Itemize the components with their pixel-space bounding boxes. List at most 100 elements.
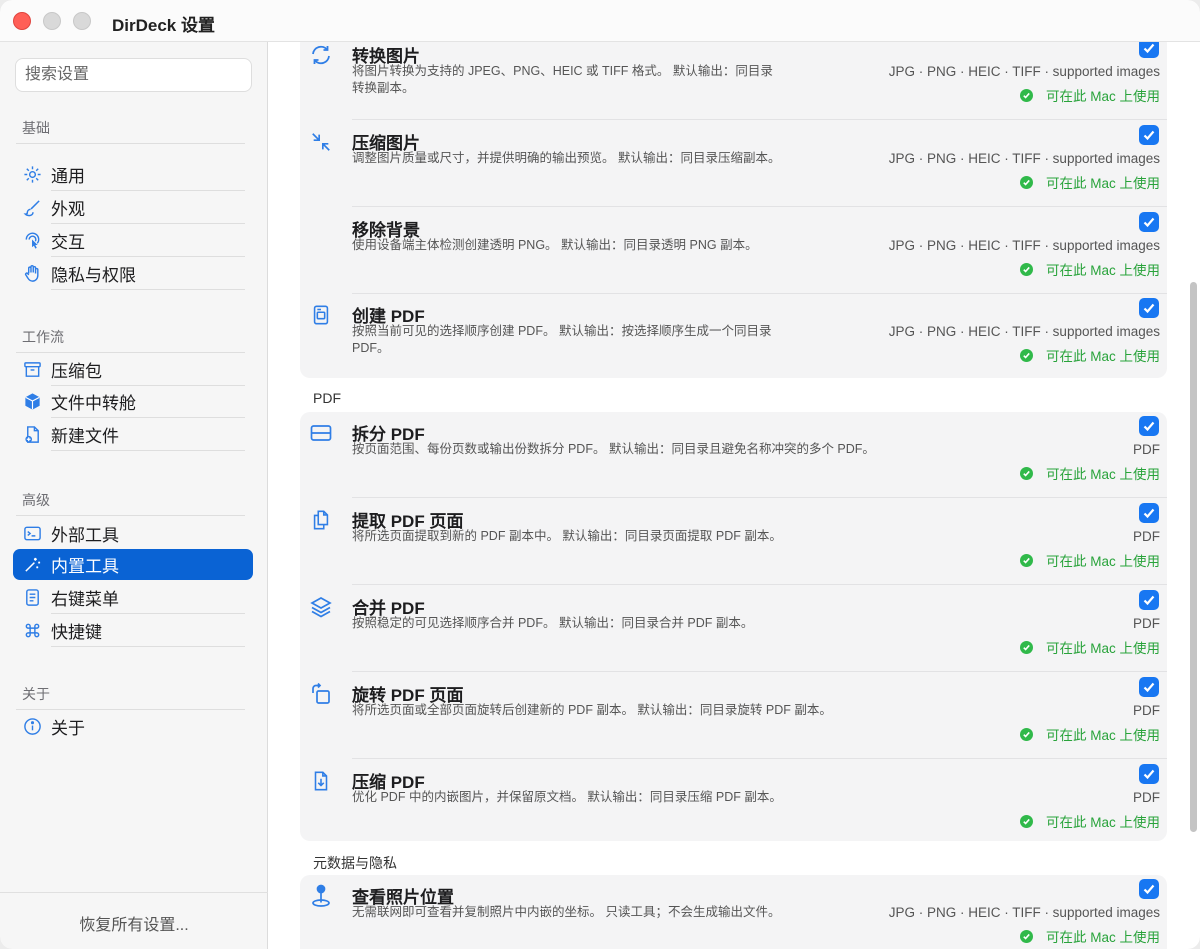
tool-description: 将所选页面或全部页面旋转后创建新的 PDF 副本。 默认输出：同目录旋转 PDF…	[352, 703, 832, 717]
sidebar-item-privacy[interactable]: 隐私与权限	[13, 258, 253, 290]
sidebar-item-file-shelf[interactable]: 文件中转舱	[13, 386, 253, 418]
tool-description: 优化 PDF 中的内嵌图片，并保留原文档。 默认输出：同目录压缩 PDF 副本。	[352, 790, 782, 804]
compress-arrows-icon	[308, 129, 334, 155]
supported-formats: PDF	[1133, 529, 1160, 544]
tool-enabled-checkbox[interactable]	[1139, 212, 1159, 232]
tool-description: 按页面范围、每份页数或输出份数拆分 PDF。 默认输出：同目录且避免名称冲突的多…	[352, 442, 875, 456]
supported-formats: JPG · PNG · HEIC · TIFF · supported imag…	[888, 905, 1160, 920]
tool-enabled-checkbox[interactable]	[1139, 503, 1159, 523]
sidebar-item-label: 新建文件	[51, 427, 119, 446]
checkmark-circle-icon	[1019, 929, 1033, 943]
window-title: DirDeck 设置	[112, 16, 215, 35]
supported-formats: JPG · PNG · HEIC · TIFF · supported imag…	[888, 64, 1160, 79]
close-window-button[interactable]	[13, 12, 31, 30]
touch-icon	[21, 230, 43, 252]
tool-description: 使用设备端主体检测创建透明 PNG。 默认输出：同目录透明 PNG 副本。	[352, 238, 758, 252]
availability-status: 可在此 Mac 上使用	[1019, 85, 1160, 105]
availability-status: 可在此 Mac 上使用	[1019, 926, 1160, 946]
supported-formats: JPG · PNG · HEIC · TIFF · supported imag…	[888, 151, 1160, 166]
menu-doc-icon	[21, 587, 43, 609]
new-file-icon	[21, 424, 43, 446]
hand-icon	[21, 263, 43, 285]
tool-enabled-checkbox[interactable]	[1139, 879, 1159, 899]
availability-status: 可在此 Mac 上使用	[1019, 724, 1160, 744]
availability-status: 可在此 Mac 上使用	[1019, 811, 1160, 831]
metadata-tools-group: 查看照片位置 无需联网即可查看并复制照片中内嵌的坐标。 只读工具；不会生成输出文…	[300, 875, 1167, 949]
sidebar: 基础 通用 外观 交互 隐私与权限	[0, 42, 268, 949]
sidebar-item-label: 外部工具	[51, 526, 119, 545]
tool-enabled-checkbox[interactable]	[1139, 298, 1159, 318]
gear-icon	[21, 164, 43, 186]
pdf-tools-group: 拆分 PDF 按页面范围、每份页数或输出份数拆分 PDF。 默认输出：同目录且避…	[300, 412, 1167, 841]
vertical-scrollbar[interactable]	[1190, 282, 1197, 832]
section-divider	[16, 352, 245, 353]
tool-row-compress-pdf: 压缩 PDF 优化 PDF 中的内嵌图片，并保留原文档。 默认输出：同目录压缩 …	[300, 760, 1167, 846]
sidebar-item-about[interactable]: 关于	[13, 711, 253, 742]
layers-icon	[308, 594, 334, 620]
zoom-window-button[interactable]	[73, 12, 91, 30]
create-pdf-icon	[308, 302, 334, 328]
sidebar-item-label: 外观	[51, 200, 85, 219]
supported-formats: PDF	[1133, 790, 1160, 805]
tool-enabled-checkbox[interactable]	[1139, 416, 1159, 436]
tool-enabled-checkbox[interactable]	[1139, 590, 1159, 610]
group-title-metadata-privacy: 元数据与隐私	[313, 855, 397, 871]
sidebar-item-label: 隐私与权限	[51, 266, 136, 285]
tool-enabled-checkbox[interactable]	[1139, 677, 1159, 697]
tool-description: 按照当前可见的选择顺序创建 PDF。 默认输出：按选择顺序生成一个同目录 PDF…	[352, 324, 772, 355]
convert-arrows-icon	[308, 42, 334, 68]
tool-row-merge-pdf: 合并 PDF 按照稳定的可见选择顺序合并 PDF。 默认输出：同目录合并 PDF…	[300, 586, 1167, 672]
archivebox-icon	[21, 359, 43, 381]
restore-all-settings-button[interactable]: 恢复所有设置...	[0, 911, 268, 935]
sidebar-item-label: 内置工具	[51, 557, 119, 576]
section-title-advanced: 高级	[22, 492, 50, 508]
checkmark-circle-icon	[1019, 466, 1033, 480]
sidebar-item-label: 交互	[51, 233, 85, 252]
sidebar-item-label: 右键菜单	[51, 590, 119, 609]
sidebar-item-new-file[interactable]: 新建文件	[13, 419, 253, 451]
minimize-window-button[interactable]	[43, 12, 61, 30]
checkmark-circle-icon	[1019, 553, 1033, 567]
terminal-icon	[21, 523, 43, 545]
paintbrush-icon	[21, 197, 43, 219]
tool-enabled-checkbox[interactable]	[1139, 42, 1159, 58]
section-title-basic: 基础	[22, 120, 50, 136]
tool-row-extract-pdf-pages: 提取 PDF 页面 将所选页面提取到新的 PDF 副本中。 默认输出：同目录页面…	[300, 499, 1167, 585]
tool-row-rotate-pdf-pages: 旋转 PDF 页面 将所选页面或全部页面旋转后创建新的 PDF 副本。 默认输出…	[300, 673, 1167, 759]
supported-formats: JPG · PNG · HEIC · TIFF · supported imag…	[888, 324, 1160, 339]
checkmark-circle-icon	[1019, 348, 1033, 362]
search-input[interactable]	[15, 58, 252, 92]
tool-row-remove-background: 移除背景 使用设备端主体检测创建透明 PNG。 默认输出：同目录透明 PNG 副…	[300, 208, 1167, 294]
sidebar-item-label: 快捷键	[51, 623, 102, 642]
availability-status: 可在此 Mac 上使用	[1019, 172, 1160, 192]
checkmark-circle-icon	[1019, 262, 1033, 276]
sidebar-item-appearance[interactable]: 外观	[13, 192, 253, 224]
tool-row-convert-images: 转换图片 将图片转换为支持的 JPEG、PNG、HEIC 或 TIFF 格式。 …	[300, 42, 1167, 120]
sidebar-item-label: 关于	[51, 719, 85, 738]
sidebar-item-external-tools[interactable]: 外部工具	[13, 518, 253, 550]
availability-status: 可在此 Mac 上使用	[1019, 345, 1160, 365]
section-divider	[16, 709, 245, 710]
wand-icon	[21, 554, 43, 576]
sidebar-footer-divider	[0, 892, 268, 893]
sidebar-item-context-menu[interactable]: 右键菜单	[13, 582, 253, 614]
tool-description: 调整图片质量或尺寸，并提供明确的输出预览。 默认输出：同目录压缩副本。	[352, 151, 781, 165]
section-title-workflow: 工作流	[22, 329, 64, 345]
tool-enabled-checkbox[interactable]	[1139, 125, 1159, 145]
section-title-about: 关于	[22, 686, 50, 702]
tool-row-view-photo-location: 查看照片位置 无需联网即可查看并复制照片中内嵌的坐标。 只读工具；不会生成输出文…	[300, 875, 1167, 949]
tool-row-create-pdf: 创建 PDF 按照当前可见的选择顺序创建 PDF。 默认输出：按选择顺序生成一个…	[300, 294, 1167, 380]
sidebar-item-shortcuts[interactable]: 快捷键	[13, 615, 253, 647]
sidebar-item-builtin-tools[interactable]: 内置工具	[13, 549, 253, 580]
checkmark-circle-icon	[1019, 814, 1033, 828]
sidebar-item-interaction[interactable]: 交互	[13, 225, 253, 257]
sidebar-item-archive[interactable]: 压缩包	[13, 354, 253, 386]
sidebar-item-label: 压缩包	[51, 362, 102, 381]
sidebar-item-general[interactable]: 通用	[13, 159, 253, 191]
tool-description: 将所选页面提取到新的 PDF 副本中。 默认输出：同目录页面提取 PDF 副本。	[352, 529, 782, 543]
cube-icon	[21, 391, 43, 413]
group-title-pdf: PDF	[313, 390, 341, 406]
builtin-tools-list: 转换图片 将图片转换为支持的 JPEG、PNG、HEIC 或 TIFF 格式。 …	[268, 42, 1200, 949]
sidebar-item-label: 通用	[51, 167, 85, 186]
tool-enabled-checkbox[interactable]	[1139, 764, 1159, 784]
